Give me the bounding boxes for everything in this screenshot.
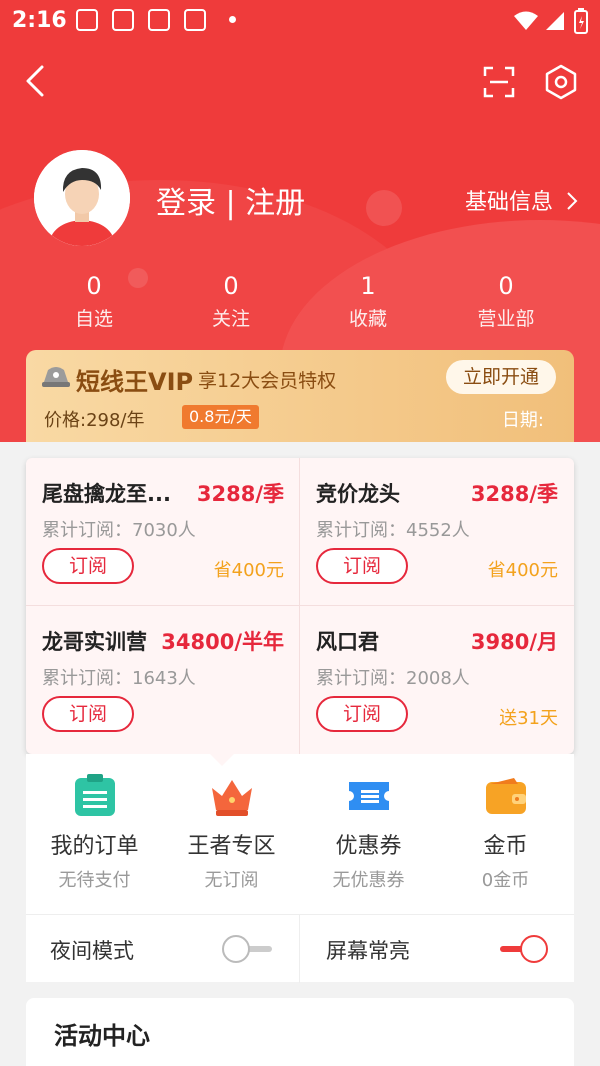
product-price: 3980/月 xyxy=(470,630,558,654)
stat-label: 关注 xyxy=(211,308,250,330)
status-bar: 2:16 xyxy=(0,0,600,44)
menu-title: 金币 xyxy=(483,834,528,859)
product-note: 省400元 xyxy=(213,560,284,581)
product-note: 送31天 xyxy=(499,708,558,729)
menu-subtitle: 无待支付 xyxy=(58,870,131,891)
stat-label: 自选 xyxy=(74,308,113,330)
coupon-icon xyxy=(348,782,389,810)
product-card[interactable]: 风口君 3980/月 累计订阅：2008人 订阅 送31天 xyxy=(300,606,574,754)
subscribe-button[interactable]: 订阅 xyxy=(316,696,408,732)
crown-icon xyxy=(211,780,252,816)
wifi-icon xyxy=(514,11,538,30)
vip-date: 日期: xyxy=(501,410,544,431)
open-vip-button[interactable]: 立即开通 xyxy=(446,360,556,394)
status-time: 2:16 xyxy=(12,8,67,33)
login-register-link[interactable]: 登录 | 注册 xyxy=(156,178,305,222)
vip-price: 价格:298/年 xyxy=(44,410,145,431)
settings-toggles: 夜间模式 屏幕常亮 xyxy=(26,914,574,983)
product-card[interactable]: 尾盘擒龙至... 3288/季 累计订阅：7030人 订阅 省400元 xyxy=(26,458,300,606)
product-name: 风口君 xyxy=(316,630,379,654)
night-mode-switch[interactable] xyxy=(222,935,274,963)
stat-favorites[interactable]: 1 收藏 xyxy=(308,272,428,331)
vip-price-tag: 0.8元/天 xyxy=(182,405,259,429)
product-name: 尾盘擒龙至... xyxy=(42,482,171,506)
menu-subtitle: 无优惠券 xyxy=(332,870,405,891)
product-name: 竞价龙头 xyxy=(316,482,400,506)
menu-gold-coins[interactable]: 金币 0金币 xyxy=(437,774,574,892)
screen-on-label: 屏幕常亮 xyxy=(326,939,410,963)
paw-icon xyxy=(148,9,170,31)
vip-banner[interactable]: 短线王VIP 享12大会员特权 立即开通 价格:298/年 0.8元/天 日期: xyxy=(26,350,574,442)
vip-subtitle: 享12大会员特权 xyxy=(198,370,337,392)
avatar[interactable] xyxy=(34,150,130,246)
screen-on-switch[interactable] xyxy=(496,935,548,963)
basic-info-link[interactable]: 基础信息 xyxy=(465,184,578,216)
menu-coupons[interactable]: 优惠券 无优惠券 xyxy=(300,774,437,892)
stat-label: 营业部 xyxy=(477,308,535,330)
menu-title: 优惠券 xyxy=(335,834,402,859)
activity-center[interactable]: 活动中心 xyxy=(26,998,574,1066)
stat-value: 0 xyxy=(498,272,514,300)
subscribe-button[interactable]: 订阅 xyxy=(42,548,134,584)
product-price: 3288/季 xyxy=(196,482,284,506)
menu-my-orders[interactable]: 我的订单 无待支付 xyxy=(26,774,163,892)
product-subscribers: 累计订阅：2008人 xyxy=(316,668,470,689)
activity-title: 活动中心 xyxy=(54,1022,150,1050)
basic-info-label: 基础信息 xyxy=(464,190,553,215)
gallery-icon xyxy=(76,9,98,31)
notification-dot-icon xyxy=(229,16,236,23)
menu-title: 我的订单 xyxy=(50,834,139,859)
vip-hat-icon xyxy=(42,367,70,387)
menu-king-zone[interactable]: 王者专区 无订阅 xyxy=(163,774,300,892)
product-price: 3288/季 xyxy=(470,482,558,506)
night-mode-label: 夜间模式 xyxy=(50,939,134,963)
toggle-divider xyxy=(299,915,300,983)
wallet-icon xyxy=(485,778,526,814)
stat-watchlist[interactable]: 0 自选 xyxy=(34,272,154,331)
stat-value: 0 xyxy=(86,272,102,300)
stat-branch[interactable]: 0 营业部 xyxy=(446,272,566,331)
product-card[interactable]: 龙哥实训营 34800/半年 累计订阅：1643人 订阅 xyxy=(26,606,300,754)
menu-subtitle: 无订阅 xyxy=(204,870,259,891)
product-grid: 尾盘擒龙至... 3288/季 累计订阅：7030人 订阅 省400元 竞价龙头… xyxy=(26,458,574,754)
profile-header: 2:16 登录 | 注册 基础信息 0 自选 0 关注 1 收藏 0 营业部 短… xyxy=(0,0,600,442)
switch-knob xyxy=(520,935,548,963)
back-icon[interactable] xyxy=(22,64,52,98)
default-avatar-icon xyxy=(34,150,130,246)
signal-icon xyxy=(546,12,564,30)
service-menu: 我的订单 无待支付 王者专区 无订阅 优惠券 无优惠券 金币 0金币 xyxy=(26,754,574,914)
stat-value: 0 xyxy=(223,272,239,300)
product-name: 龙哥实训营 xyxy=(42,630,147,654)
chevron-right-icon xyxy=(567,192,578,210)
product-card[interactable]: 竞价龙头 3288/季 累计订阅：4552人 订阅 省400元 xyxy=(300,458,574,606)
product-note: 省400元 xyxy=(487,560,558,581)
menu-subtitle: 0金币 xyxy=(481,870,530,891)
paw-icon xyxy=(184,9,206,31)
stat-value: 1 xyxy=(360,272,376,300)
scan-icon[interactable] xyxy=(483,66,515,98)
vip-title: 短线王VIP xyxy=(76,368,194,396)
decor-bubble xyxy=(366,190,402,226)
settings-icon[interactable] xyxy=(544,64,578,100)
menu-title: 王者专区 xyxy=(187,834,276,859)
product-price: 34800/半年 xyxy=(161,630,284,654)
paw-icon xyxy=(112,9,134,31)
subscribe-button[interactable]: 订阅 xyxy=(316,548,408,584)
product-subscribers: 累计订阅：7030人 xyxy=(42,520,196,541)
selection-pointer xyxy=(208,752,236,766)
profile-stats: 0 自选 0 关注 1 收藏 0 营业部 xyxy=(0,272,600,336)
switch-knob xyxy=(222,935,250,963)
battery-icon xyxy=(574,8,588,34)
product-subscribers: 累计订阅：4552人 xyxy=(316,520,470,541)
stat-label: 收藏 xyxy=(348,308,387,330)
order-icon xyxy=(74,774,115,816)
subscribe-button[interactable]: 订阅 xyxy=(42,696,134,732)
product-subscribers: 累计订阅：1643人 xyxy=(42,668,196,689)
stat-following[interactable]: 0 关注 xyxy=(171,272,291,331)
